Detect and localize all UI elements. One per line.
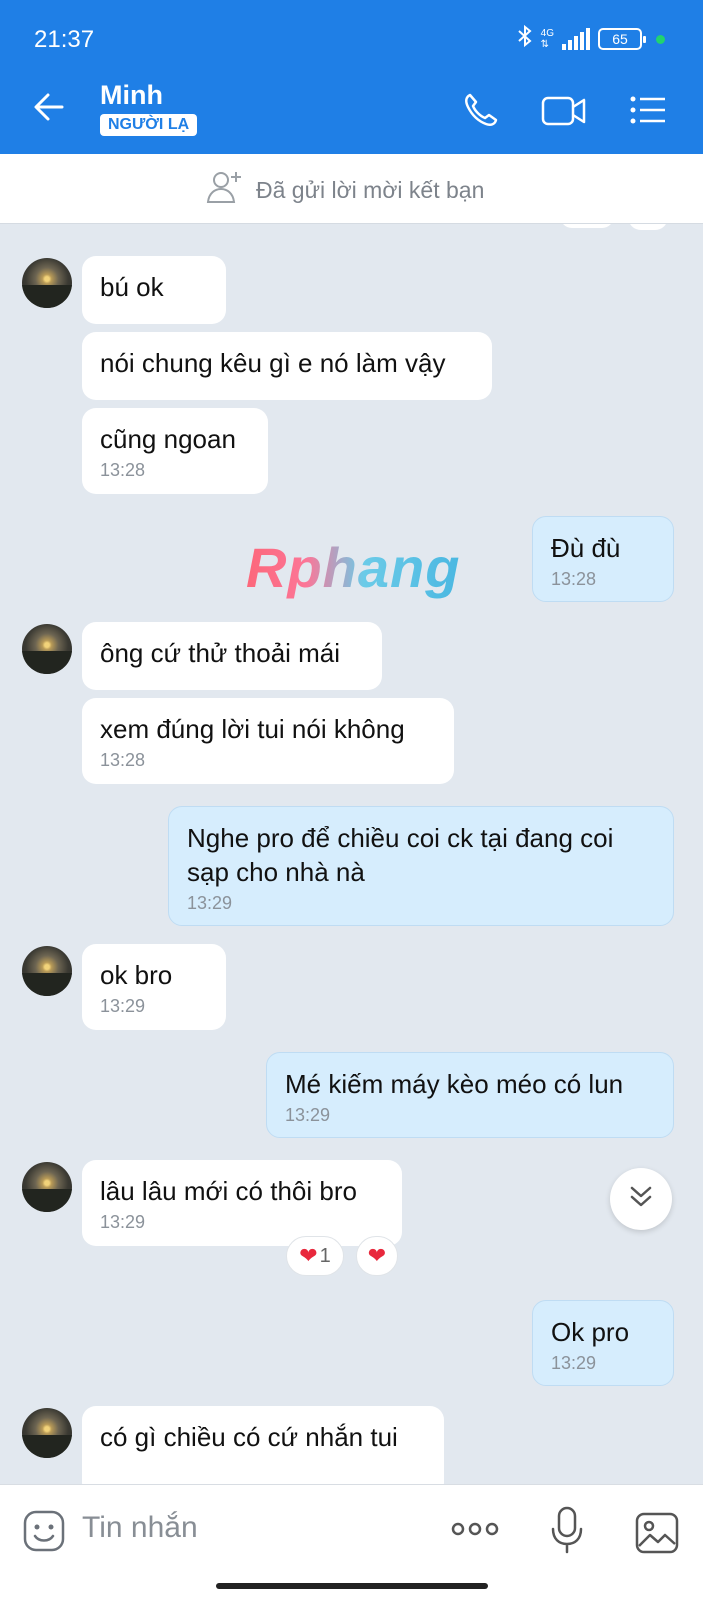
bluetooth-icon	[517, 24, 533, 54]
avatar[interactable]	[22, 1408, 72, 1458]
message-bubble[interactable]: ông cứ thử thoải mái	[82, 622, 382, 690]
reaction-count: 1	[319, 1244, 331, 1267]
message-time: 13:29	[551, 1353, 597, 1373]
message-input-bar: Tin nhắn	[0, 1484, 703, 1600]
message-text: nói chung kêu gì e nó làm vậy	[100, 348, 446, 378]
chat-header: Minh NGƯỜI LẠ	[0, 68, 703, 154]
message-bubble[interactable]: lâu lâu mới có thôi bro 13:29	[82, 1160, 402, 1246]
message-text: ok bro	[100, 960, 173, 990]
back-arrow-icon[interactable]	[32, 90, 66, 129]
avatar[interactable]	[22, 624, 72, 674]
message-text: xem đúng lời tui nói không	[100, 714, 405, 744]
message-time: 13:29	[100, 1212, 146, 1232]
stranger-badge: NGƯỜI LẠ	[100, 114, 198, 136]
message-bubble[interactable]: ok bro 13:29	[82, 944, 226, 1030]
status-time: 21:37	[34, 26, 95, 53]
avatar[interactable]	[22, 258, 72, 308]
message-time: 13:29	[285, 1105, 331, 1125]
message-time: 13:29	[187, 893, 233, 913]
status-icons: 4G ⇅ 65	[517, 24, 665, 54]
message-text: Ok pro	[551, 1317, 630, 1347]
privacy-dot	[656, 34, 665, 44]
my-message-bubble[interactable]: Ok pro 13:29	[532, 1300, 674, 1386]
double-chevron-down-icon	[627, 1183, 655, 1216]
message-input[interactable]: Tin nhắn	[82, 1511, 198, 1545]
avatar[interactable]	[22, 946, 72, 996]
message-text: cũng ngoan	[100, 424, 236, 454]
reaction-summary[interactable]: ❤ 1	[286, 1236, 344, 1276]
message-bubble[interactable]: nói chung kêu gì e nó làm vậy	[82, 332, 492, 400]
image-gallery-icon[interactable]	[634, 1511, 680, 1560]
message-time: 13:28	[100, 750, 146, 770]
phone-call-icon[interactable]	[460, 90, 500, 135]
contact-name[interactable]: Minh	[100, 80, 163, 111]
message-text: ông cứ thử thoải mái	[100, 638, 341, 668]
message-list[interactable]: bú ok nói chung kêu gì e nó làm vậy cũng…	[0, 224, 703, 1484]
network-type: 4G ⇅	[540, 28, 554, 50]
message-bubble[interactable]: xem đúng lời tui nói không 13:28	[82, 698, 454, 784]
add-friend-icon	[206, 168, 244, 212]
my-message-bubble[interactable]: Đù đù 13:28	[532, 516, 674, 602]
message-text: Mé kiếm máy kèo méo có lun	[285, 1069, 624, 1099]
my-message-bubble[interactable]: Nghe pro để chiều coi ck tại đang coi sạ…	[168, 806, 674, 926]
message-text: có gì chiều có cứ nhắn tui	[100, 1422, 398, 1452]
react-button[interactable]: ❤	[356, 1236, 398, 1276]
message-time: 13:29	[100, 996, 146, 1016]
message-bubble[interactable]: có gì chiều có cứ nhắn tui	[82, 1406, 444, 1484]
menu-list-icon[interactable]	[628, 90, 668, 135]
message-bubble[interactable]: bú ok	[82, 256, 226, 324]
video-call-icon[interactable]	[541, 90, 587, 135]
battery-indicator: 65	[598, 28, 646, 50]
heart-icon: ❤	[299, 1243, 318, 1268]
clipped-reaction	[560, 224, 614, 228]
friend-request-text: Đã gửi lời mời kết bạn	[256, 176, 485, 203]
microphone-icon[interactable]	[550, 1505, 584, 1560]
scroll-to-bottom-button[interactable]	[610, 1168, 672, 1230]
status-bar: 21:37 4G ⇅ 65	[0, 0, 703, 68]
message-text: bú ok	[100, 272, 164, 302]
message-time: 13:28	[100, 460, 146, 480]
message-text: Nghe pro để chiều coi ck tại đang coi sạ…	[187, 823, 614, 887]
message-text: lâu lâu mới có thôi bro	[100, 1176, 357, 1206]
my-message-bubble[interactable]: Mé kiếm máy kèo méo có lun 13:29	[266, 1052, 674, 1138]
message-bubble[interactable]: cũng ngoan 13:28	[82, 408, 268, 494]
clipped-reaction	[628, 224, 668, 230]
watermark-logo: Rphang	[246, 536, 461, 599]
friend-request-banner: Đã gửi lời mời kết bạn	[0, 154, 703, 224]
heart-icon: ❤	[367, 1243, 387, 1268]
more-options-icon[interactable]	[450, 1519, 500, 1544]
sticker-emoji-icon[interactable]	[22, 1509, 66, 1558]
message-text: Đù đù	[551, 533, 621, 563]
home-indicator	[216, 1583, 488, 1589]
message-time: 13:28	[551, 569, 597, 589]
avatar[interactable]	[22, 1162, 72, 1212]
signal-icon	[562, 28, 590, 50]
